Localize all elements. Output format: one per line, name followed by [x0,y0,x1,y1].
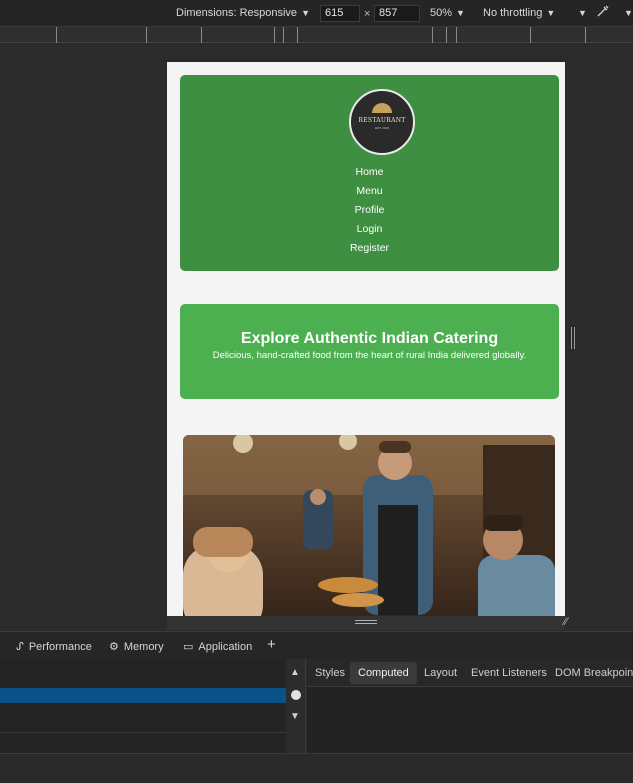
eyedropper-icon[interactable] [596,4,610,21]
tab-label: Application [198,641,253,653]
performance-icon: ᔑ [16,641,24,653]
elements-tree[interactable] [0,659,306,753]
selected-node-row[interactable] [0,688,286,703]
chevron-down-icon[interactable]: ▼ [624,7,633,19]
dimensions-dropdown[interactable]: Dimensions: Responsive ▼ [176,7,310,19]
memory-icon: ⚙ [109,641,119,653]
chevron-down-icon: ▼ [301,8,310,18]
scrollbar[interactable]: ▲ ▼ [286,659,306,753]
add-tab-button[interactable]: + [267,636,276,653]
scroll-down-icon[interactable]: ▼ [290,711,300,722]
tab-styles[interactable]: Styles [315,667,345,679]
divider [0,732,306,733]
tab-label: Memory [123,641,164,653]
nav-login[interactable]: Login [180,220,559,239]
ruler-tick [283,27,284,43]
device-toolbar: Dimensions: Responsive ▼ 615 × 857 50% ▼ N… [0,0,633,27]
tab-memory[interactable]: ⚙ Memory [109,640,164,653]
resize-handle-right[interactable] [571,327,575,349]
nav-home[interactable]: Home [180,163,559,182]
ruler-tick [432,27,433,43]
logo-text: RESTAURANT [358,117,406,124]
site-header: RESTAURANT EST. 2020 Home Menu Profile L… [180,75,559,271]
restaurant-photo [183,435,555,616]
throttling-label: No throttling [483,7,543,19]
ruler-tick [297,27,298,43]
zoom-dropdown[interactable]: 50% ▼ [430,7,465,19]
application-icon: ▭ [183,641,194,653]
height-input[interactable]: 857 [374,5,420,22]
tab-label: Performance [28,641,92,653]
cloche-icon [372,103,392,113]
tab-performance[interactable]: ᔑ Performance [16,640,92,653]
ruler-tick [585,27,586,43]
ruler-tick [446,27,447,43]
chevron-down-icon: ▼ [578,8,587,18]
ruler-tick [146,27,147,43]
width-input[interactable]: 615 [320,5,360,22]
logo-subtext: EST. 2020 [375,126,389,130]
sidebar-tab-bar: Styles Computed Layout Event Listeners D… [307,659,633,687]
chevron-down-icon: ▼ [456,8,465,18]
nav-menu[interactable]: Menu [180,182,559,201]
ruler-tick [456,27,457,43]
hero-title: Explore Authentic Indian Catering [240,330,499,347]
status-bar [0,753,633,783]
ruler-tick [201,27,202,43]
sidebar-content [307,687,633,753]
main-nav: Home Menu Profile Login Register [180,163,559,258]
scroll-thumb[interactable] [291,690,301,700]
nav-register[interactable]: Register [180,239,559,258]
media-query-ruler[interactable] [0,27,633,43]
tab-layout[interactable]: Layout [424,667,457,679]
zoom-label: 50% [430,7,453,19]
tab-application[interactable]: ▭ Application [183,640,252,653]
ruler-tick [56,27,57,43]
device-viewport[interactable]: RESTAURANT EST. 2020 Home Menu Profile L… [167,62,565,616]
throttling-dropdown[interactable]: No throttling ▼ [483,7,555,19]
ruler-tick [530,27,531,43]
grip-icon [355,620,377,624]
tab-computed[interactable]: Computed [350,662,417,684]
chevron-down-icon: ▼ [546,8,556,18]
hero-banner: Explore Authentic Indian Catering Delici… [180,304,559,399]
dimensions-label: Dimensions: Responsive [176,7,298,19]
times-separator: × [364,8,371,20]
hero-subtitle: Delicious, hand-crafted food from the he… [212,350,527,361]
nav-profile[interactable]: Profile [180,201,559,220]
ruler-tick [274,27,275,43]
more-options-dropdown[interactable]: ▼ [578,7,587,19]
tab-event-listeners[interactable]: Event Listeners [471,667,547,679]
resize-corner-icon[interactable]: ⁄⁄ [564,616,580,630]
tab-dom-breakpoints[interactable]: DOM Breakpoints [555,667,633,679]
drawer-tab-bar: ᔑ Performance ⚙ Memory ▭ Application + [0,631,633,659]
scroll-up-icon[interactable]: ▲ [290,667,300,678]
restaurant-logo[interactable]: RESTAURANT EST. 2020 [349,89,415,155]
resize-handle-bottom[interactable] [167,616,565,630]
